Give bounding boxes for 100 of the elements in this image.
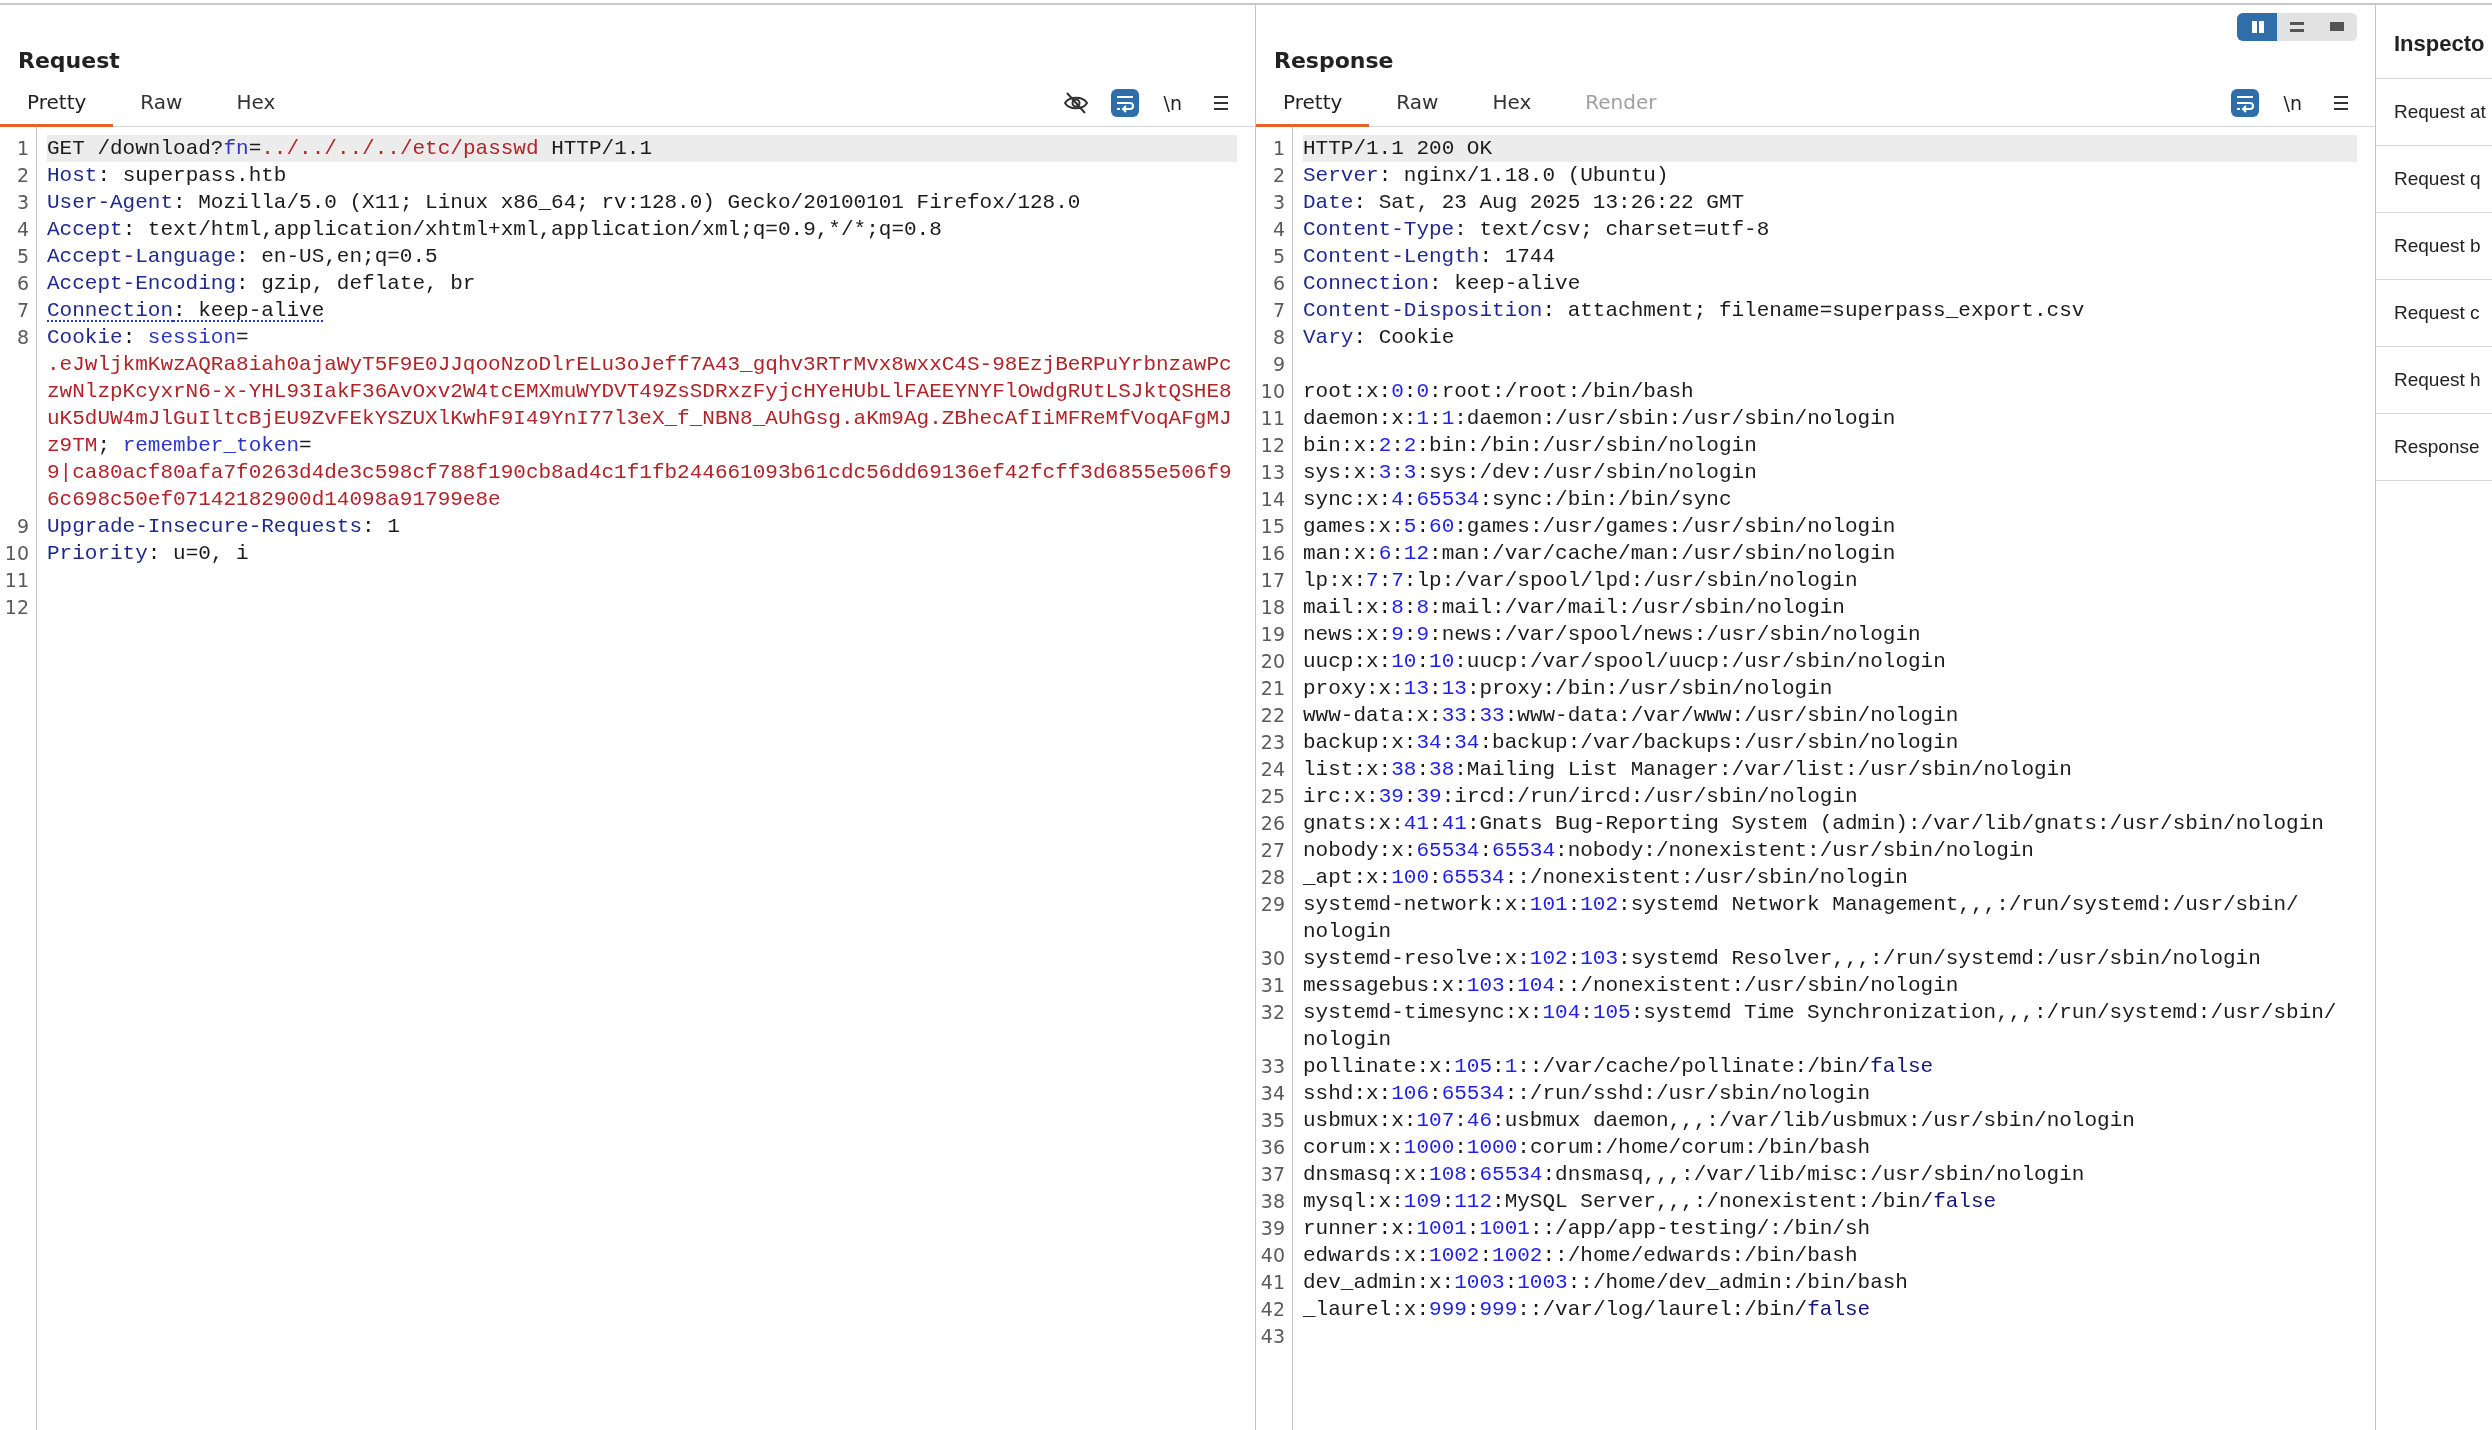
line-number: 27 xyxy=(1259,838,1286,863)
wrap-icon[interactable] xyxy=(1110,88,1139,117)
code-line: sshd:x:106:65534::/run/sshd:/usr/sbin/nologin xyxy=(1303,1081,1872,1107)
line-number: 10 xyxy=(3,541,30,566)
line-number: 16 xyxy=(1259,541,1286,566)
code-line: edwards:x:1002:1002::/home/edwards:/bin/bash xyxy=(1303,1243,1859,1269)
tab[interactable]: Raw xyxy=(1369,79,1466,127)
line-number: 37 xyxy=(1259,1162,1286,1187)
wrap-icon[interactable] xyxy=(2230,88,2259,117)
code-line: dev_admin:x:1003:1003::/home/dev_admin:/bin/bash xyxy=(1303,1270,1909,1296)
tab[interactable]: Hex xyxy=(1465,79,1559,127)
line-number: 20 xyxy=(1259,649,1286,674)
line-number: 11 xyxy=(3,568,30,593)
code-line: Server: nginx/1.18.0 (Ubuntu) xyxy=(1303,163,1670,189)
code-line: man:x:6:12:man:/var/cache/man:/usr/sbin/nologin xyxy=(1303,541,1897,567)
line-number: 39 xyxy=(1259,1216,1286,1241)
line-number: 33 xyxy=(1259,1054,1286,1079)
line-number: 2 xyxy=(15,163,30,188)
line-number: 19 xyxy=(1259,622,1286,647)
newline-toggle[interactable]: \n xyxy=(2279,88,2306,117)
inspector-section[interactable]: Request at xyxy=(2376,79,2492,146)
code-line: pollinate:x:105:1::/var/cache/pollinate:/bin/false xyxy=(1303,1054,1935,1080)
code-line: corum:x:1000:1000:corum:/home/corum:/bin/bash xyxy=(1303,1135,1872,1161)
line-number: 17 xyxy=(1259,568,1286,593)
code-line: lp:x:7:7:lp:/var/spool/lpd:/usr/sbin/nologin xyxy=(1303,568,1859,594)
line-number: 7 xyxy=(15,298,30,323)
line-number: 10 xyxy=(1259,379,1286,404)
code-line: Cookie: session= .eJwljkmKwzAQRa8iah0ajaWyT5F9E0JJqooNzoDlrELu3oJeff7A43_gqhv3RTrMvx8wxxC4S-98EzjBeRPuYrbnzawPczwNlzpKcyxrN6-x-YHL93IakF36AvOxv2W4tcEMXmuWYDVT49ZsSDRxzFyjcHYeHUbLlFAEEYNYFlOwdgRUtLSJktQSHE8uK5dUW4mJlGuIltcBjEU9ZvFEkYSZUXlKwhF9I49YnI77l3eX_f_NBN8_AUhGsg.aKm9Ag.ZBhecAfIiMFReMfVoqAFgMJz9TM; remember_token= 9|ca80acf80afa7f0263d4de3c598cf788f190cb8ad4c1f1fb244661093b61cdc56dd69136ef42fcff3d6855e506f96c698c50ef07142182900d14098a91799e8e xyxy=(47,325,1233,513)
line-number: 5 xyxy=(1271,244,1286,269)
code-line: User-Agent: Mozilla/5.0 (X11; Linux x86_64; rv:128.0) Gecko/20100101 Firefox/128.0 xyxy=(47,190,1082,216)
code-line: dnsmasq:x:108:65534:dnsmasq,,,:/var/lib/misc:/usr/sbin/nologin xyxy=(1303,1162,2086,1188)
code-line: proxy:x:13:13:proxy:/bin:/usr/sbin/nologin xyxy=(1303,676,1834,702)
line-number: 42 xyxy=(1259,1297,1286,1322)
code-line: irc:x:39:39:ircd:/run/ircd:/usr/sbin/nologin xyxy=(1303,784,1859,810)
line-number: 21 xyxy=(1259,676,1286,701)
code-line: Connection: keep-alive xyxy=(47,298,326,324)
tab[interactable]: Pretty xyxy=(0,79,114,127)
inspector-section[interactable]: Request q xyxy=(2376,146,2492,213)
code-line: Vary: Cookie xyxy=(1303,325,1456,351)
newline-toggle[interactable]: \n xyxy=(1159,88,1186,117)
inspector-section[interactable]: Response xyxy=(2376,414,2492,481)
code-line: Content-Type: text/csv; charset=utf-8 xyxy=(1303,217,1771,243)
code-line: Date: Sat, 23 Aug 2025 13:26:22 GMT xyxy=(1303,190,1746,216)
line-number: 3 xyxy=(1271,190,1286,215)
code-line: Priority: u=0, i xyxy=(47,541,250,567)
code-line: Host: superpass.htb xyxy=(47,163,288,189)
code-line: root:x:0:0:root:/root:/bin/bash xyxy=(1303,379,1695,405)
columns-layout-button[interactable] xyxy=(2237,13,2277,41)
code-line: _laurel:x:999:999::/var/log/laurel:/bin/false xyxy=(1303,1297,1872,1323)
code-line: list:x:38:38:Mailing List Manager:/var/list:/usr/sbin/nologin xyxy=(1303,757,2073,783)
inspector-section[interactable]: Request h xyxy=(2376,347,2492,414)
line-number: 4 xyxy=(15,217,30,242)
line-number: 3 xyxy=(15,190,30,215)
line-number: 34 xyxy=(1259,1081,1286,1106)
line-number: 11 xyxy=(1259,406,1286,431)
line-number: 40 xyxy=(1259,1243,1286,1268)
code-line: bin:x:2:2:bin:/bin:/usr/sbin/nologin xyxy=(1303,433,1758,459)
code-line: news:x:9:9:news:/var/spool/news:/usr/sbin/nologin xyxy=(1303,622,1922,648)
line-number: 23 xyxy=(1259,730,1286,755)
code-line: mail:x:8:8:mail:/var/mail:/usr/sbin/nologin xyxy=(1303,595,1846,621)
line-number: 9 xyxy=(15,514,30,539)
code-line: games:x:5:60:games:/usr/games:/usr/sbin/nologin xyxy=(1303,514,1897,540)
tab[interactable]: Raw xyxy=(113,79,210,127)
inspector-section[interactable]: Request c xyxy=(2376,280,2492,347)
code-line: messagebus:x:103:104::/nonexistent:/usr/sbin/nologin xyxy=(1303,973,1960,999)
line-number: 5 xyxy=(15,244,30,269)
line-number: 8 xyxy=(1271,325,1286,350)
panel-title: Response xyxy=(1274,47,1394,75)
inspector-title: Inspecto xyxy=(2376,5,2492,79)
line-number: 1 xyxy=(1271,136,1286,161)
line-number: 9 xyxy=(1271,352,1286,377)
code-line: gnats:x:41:41:Gnats Bug-Reporting System (admin):/var/lib/gnats:/usr/sbin/nologin xyxy=(1303,811,2325,837)
code-line: Accept-Language: en-US,en;q=0.5 xyxy=(47,244,439,270)
line-number: 41 xyxy=(1259,1270,1286,1295)
line-number: 38 xyxy=(1259,1189,1286,1214)
line-number: 26 xyxy=(1259,811,1286,836)
line-number: 29 xyxy=(1259,892,1286,917)
line-number: 35 xyxy=(1259,1108,1286,1133)
line-number: 6 xyxy=(1271,271,1286,296)
code-line: Accept-Encoding: gzip, deflate, br xyxy=(47,271,477,297)
tab[interactable]: Pretty xyxy=(1256,79,1370,127)
line-number: 36 xyxy=(1259,1135,1286,1160)
line-number: 15 xyxy=(1259,514,1286,539)
line-number: 12 xyxy=(1259,433,1286,458)
line-number: 28 xyxy=(1259,865,1286,890)
code-line: Upgrade-Insecure-Requests: 1 xyxy=(47,514,401,540)
line-number: 4 xyxy=(1271,217,1286,242)
code-line: Content-Length: 1744 xyxy=(1303,244,1557,270)
code-line: runner:x:1001:1001::/app/app-testing/:/bin/sh xyxy=(1303,1216,1872,1242)
line-number: 8 xyxy=(15,325,30,350)
line-number: 13 xyxy=(1259,460,1286,485)
line-number: 30 xyxy=(1259,946,1286,971)
code-line: sync:x:4:65534:sync:/bin:/bin/sync xyxy=(1303,487,1733,513)
line-number: 6 xyxy=(15,271,30,296)
line-number: 22 xyxy=(1259,703,1286,728)
code-line: Accept: text/html,application/xhtml+xml,application/xml;q=0.9,*/*;q=0.8 xyxy=(47,217,943,243)
code-line: Content-Disposition: attachment; filename=superpass_export.csv xyxy=(1303,298,2086,324)
code-line: systemd-resolve:x:102:103:systemd Resolver,,,:/run/systemd:/usr/sbin/nologin xyxy=(1303,946,2262,972)
inspector-section[interactable]: Request b xyxy=(2376,213,2492,280)
tab[interactable]: Hex xyxy=(209,79,303,127)
